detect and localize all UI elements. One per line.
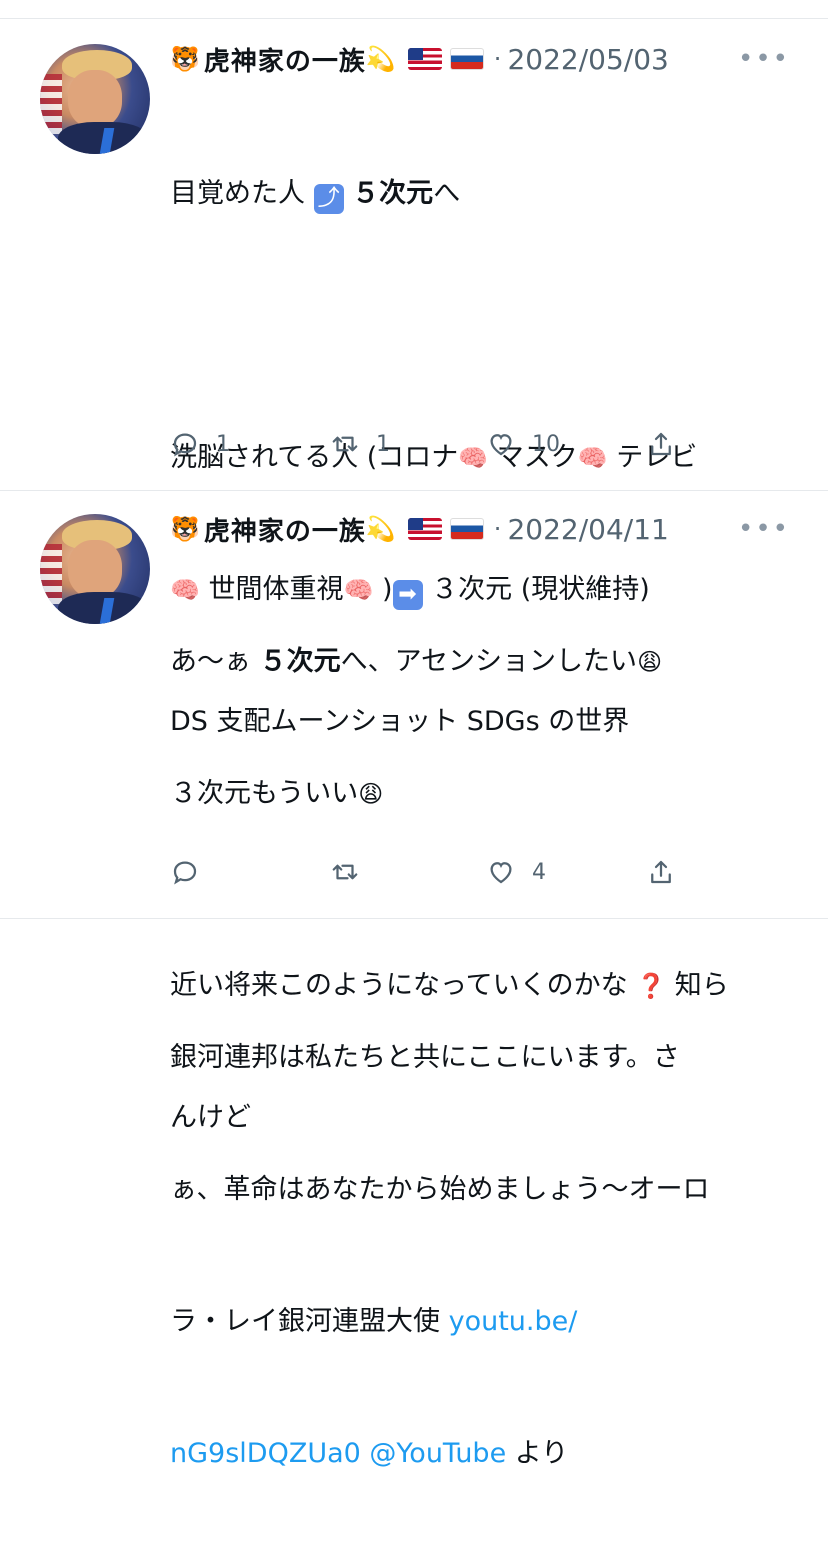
tweet-date[interactable]: 2022/05/03 [507, 43, 668, 76]
reply-count: 1 [216, 431, 230, 457]
text-line: あ〜ぁ ５次元へ、アセンションしたい😩 [170, 646, 663, 677]
separator: · [493, 515, 502, 543]
share-icon [651, 432, 671, 456]
tweet[interactable]: 🐯 虎神家の一族 💫 · 2022/05/03 ••• 目覚めた人 ⤴ ５次元へ… [0, 0, 828, 1133]
tweet-actions: 1 1 10 [170, 424, 690, 464]
russia-flag-icon [449, 48, 484, 70]
text-line: ３次元もういい😩 [170, 778, 384, 809]
youtube-link[interactable]: nG9slDQZUa0 @YouTube [170, 1438, 506, 1469]
dizzy-emoji: 💫 [365, 515, 396, 543]
weary-face-emoji: 😩 [637, 648, 663, 676]
weary-face-emoji: 😩 [358, 780, 384, 808]
russia-flag-icon [449, 518, 484, 540]
retweet-count: 1 [376, 431, 390, 457]
tweet[interactable]: 🐯 虎神家の一族 💫 · 2022/04/11 ••• あ〜ぁ ５次元へ、アセン… [0, 490, 828, 1469]
more-options-icon[interactable]: ••• [738, 44, 790, 74]
tweet-header: 🐯 虎神家の一族 💫 · 2022/04/11 [170, 511, 669, 548]
like-button[interactable]: 4 [486, 852, 546, 892]
us-flag-icon [407, 48, 442, 70]
tweet-header: 🐯 虎神家の一族 💫 · 2022/05/03 [170, 41, 669, 78]
reply-icon [173, 433, 197, 457]
reply-icon [173, 861, 197, 885]
more-options-icon[interactable]: ••• [738, 514, 790, 544]
tiger-emoji: 🐯 [170, 515, 200, 543]
reply-button[interactable] [170, 852, 216, 892]
retweet-button[interactable] [330, 852, 376, 892]
youtube-link[interactable]: youtu.be/ [449, 1306, 578, 1337]
retweet-icon [332, 864, 358, 880]
reply-button[interactable]: 1 [170, 424, 230, 464]
tweet-actions: 4 [170, 852, 690, 892]
retweet-icon [332, 436, 358, 452]
display-name[interactable]: 虎神家の一族 [204, 511, 366, 548]
us-flag-icon [407, 518, 442, 540]
text-line: ラ・レイ銀河連盟大使 youtu.be/ [170, 1306, 578, 1337]
like-button[interactable]: 10 [486, 424, 560, 464]
text-line: 銀河連邦は私たちと共にここにいます。さ [170, 1042, 680, 1073]
share-button[interactable] [646, 424, 676, 464]
avatar[interactable] [40, 44, 150, 154]
tweet-date[interactable]: 2022/04/11 [507, 513, 668, 546]
display-name[interactable]: 虎神家の一族 [204, 41, 366, 78]
tweet-text: あ〜ぁ ５次元へ、アセンションしたい😩 ３次元もういい😩 銀河連邦は私たちと共に… [170, 552, 790, 1564]
heart-icon [490, 434, 512, 456]
retweet-button[interactable]: 1 [330, 424, 390, 464]
arrow-up-right-emoji: ⤴ [313, 184, 344, 214]
bottom-divider [0, 918, 828, 919]
tiger-emoji: 🐯 [170, 45, 200, 73]
text-line: 目覚めた人 ⤴ ５次元へ [170, 172, 790, 216]
share-button[interactable] [646, 852, 676, 892]
like-count: 4 [532, 859, 546, 885]
separator: · [493, 45, 502, 73]
text-line: nG9slDQZUa0 @YouTube より [170, 1438, 569, 1469]
like-count: 10 [532, 431, 560, 457]
heart-icon [490, 862, 512, 884]
avatar[interactable] [40, 514, 150, 624]
dizzy-emoji: 💫 [365, 45, 396, 73]
text-line: ぁ、革命はあなたから始めましょう〜オーロ [170, 1174, 710, 1205]
share-icon [651, 860, 671, 884]
